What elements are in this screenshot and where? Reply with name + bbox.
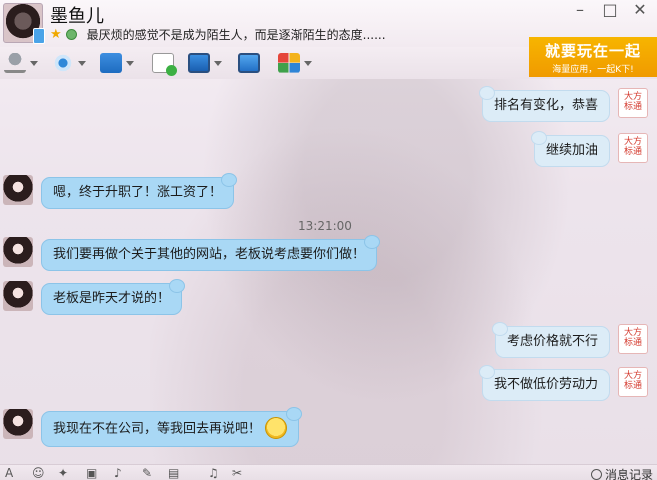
add-document-icon: [152, 53, 177, 76]
create-group-button[interactable]: [152, 52, 177, 76]
message-bubble[interactable]: 我们要再做个关于其他的网站，老板说考虑要你们做！: [41, 235, 381, 271]
chat-background-image: [150, 79, 580, 464]
share-screen-button[interactable]: [238, 52, 260, 74]
window-controls: – □ ✕: [569, 0, 651, 19]
contact-avatar[interactable]: [3, 3, 45, 44]
message-row: 大方 标通 继续加油: [530, 131, 648, 167]
emoji-icon[interactable]: ☺: [32, 466, 45, 480]
voice-call-button[interactable]: [4, 52, 38, 74]
message-row: 嗯，终于升职了！涨工资了！: [3, 173, 238, 209]
peer-avatar[interactable]: [3, 409, 33, 439]
message-timestamp: 13:21:00: [298, 219, 352, 233]
voice-message-icon[interactable]: ♪: [114, 466, 122, 480]
folder-arrow-icon: [100, 53, 122, 73]
chevron-down-icon[interactable]: [126, 60, 134, 66]
star-icon[interactable]: ★: [50, 27, 62, 42]
video-call-button[interactable]: [52, 52, 86, 74]
message-bubble[interactable]: 排名有变化，恭喜: [478, 86, 610, 122]
message-row: 老板是昨天才说的！: [3, 279, 186, 315]
message-row: 大方 标通 我不做低价劳动力: [478, 365, 648, 401]
font-icon[interactable]: A: [5, 466, 13, 480]
music-icon[interactable]: ♫: [208, 466, 219, 480]
my-avatar[interactable]: 大方 标通: [618, 133, 648, 163]
contact-name[interactable]: 墨鱼儿: [50, 2, 104, 28]
send-file-button[interactable]: [100, 52, 134, 74]
shake-icon[interactable]: ✦: [58, 466, 68, 480]
image-icon[interactable]: ▤: [168, 466, 179, 480]
chevron-down-icon[interactable]: [30, 60, 38, 66]
apps-grid-icon: [278, 53, 300, 73]
edit-icon[interactable]: ✎: [142, 466, 152, 480]
input-toolbar: A ☺ ✦ ▣ ♪ ✎ ▤ ♫ ✂ 消息记录: [0, 464, 657, 480]
mobile-online-icon: [33, 28, 45, 44]
message-history[interactable]: 大方 标通 排名有变化，恭喜 大方 标通 继续加油 嗯，终于升职了！涨工资了！ 13…: [0, 79, 657, 464]
remote-desktop-button[interactable]: [188, 52, 222, 74]
minimize-button[interactable]: –: [569, 0, 591, 19]
apps-button[interactable]: [278, 52, 312, 74]
my-avatar[interactable]: 大方 标通: [618, 88, 648, 118]
message-row: 我们要再做个关于其他的网站，老板说考虑要你们做！: [3, 235, 381, 271]
maximize-button[interactable]: □: [599, 0, 621, 19]
microphone-icon: [4, 53, 26, 73]
peer-avatar[interactable]: [3, 281, 33, 311]
share-screen-icon: [238, 53, 260, 73]
peer-avatar[interactable]: [3, 237, 33, 267]
message-history-button[interactable]: 消息记录: [590, 466, 653, 480]
signature-row: ★ 最厌烦的感觉不是成为陌生人，而是逐渐陌生的态度......: [50, 26, 386, 42]
screenshot-icon[interactable]: ✂: [232, 466, 242, 480]
my-avatar[interactable]: 大方 标通: [618, 367, 648, 397]
magic-icon[interactable]: ▣: [86, 466, 97, 480]
camera-icon: [52, 53, 74, 73]
promo-banner[interactable]: 就要玩在一起 海量应用，一起K下!: [529, 37, 657, 77]
monitor-icon: [188, 53, 210, 73]
message-row: 大方 标通 排名有变化，恭喜: [478, 86, 648, 122]
history-label: 消息记录: [604, 468, 653, 480]
chevron-down-icon[interactable]: [214, 60, 222, 66]
message-bubble[interactable]: 考虑价格就不行: [491, 322, 610, 358]
banner-title: 就要玩在一起: [544, 42, 641, 60]
message-row: 大方 标通 考虑价格就不行: [491, 322, 648, 358]
message-bubble[interactable]: 继续加油: [530, 131, 610, 167]
my-avatar[interactable]: 大方 标通: [618, 324, 648, 354]
status-icon[interactable]: [65, 28, 77, 40]
close-button[interactable]: ✕: [629, 0, 651, 19]
message-bubble[interactable]: 我不做低价劳动力: [478, 365, 610, 401]
contact-signature: 最厌烦的感觉不是成为陌生人，而是逐渐陌生的态度......: [86, 27, 386, 42]
message-row: 我现在不在公司，等我回去再说吧！: [3, 407, 303, 447]
message-bubble[interactable]: 我现在不在公司，等我回去再说吧！: [41, 407, 303, 447]
clock-icon: [590, 469, 602, 480]
message-bubble[interactable]: 老板是昨天才说的！: [41, 279, 186, 315]
message-text: 我现在不在公司，等我回去再说吧！: [53, 421, 262, 437]
message-bubble[interactable]: 嗯，终于升职了！涨工资了！: [41, 173, 238, 209]
peer-avatar[interactable]: [3, 175, 33, 205]
banner-subtitle: 海量应用，一起K下!: [552, 65, 634, 75]
chevron-down-icon[interactable]: [304, 60, 312, 66]
grin-emoji-icon: [265, 417, 288, 439]
chevron-down-icon[interactable]: [78, 60, 86, 66]
